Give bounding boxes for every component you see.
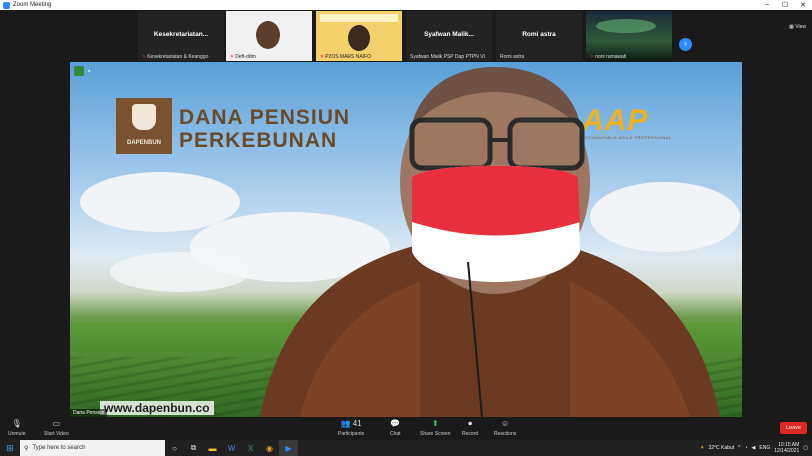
muted-mic-icon: ✕ (230, 54, 235, 60)
active-speaker-video: ● DAPENBUN DANA PENSIUN PERKEBUNAN AAP A… (70, 62, 742, 417)
participant-caption: Romi astra (500, 54, 525, 60)
share-screen-icon: ⬆ (431, 419, 439, 428)
participant-video (256, 21, 280, 49)
recording-indicator: ● (88, 68, 91, 73)
aurora-background (596, 19, 656, 33)
view-button[interactable]: ▦ View (789, 24, 806, 30)
participant-name: Syafwan Malik... (424, 31, 474, 38)
speaker-nameplate: Dana Pensiun (70, 409, 108, 417)
clock[interactable]: 10:15 AM 12/14/2021 (774, 442, 799, 454)
share-screen-button[interactable]: ⬆ Share Screen (420, 419, 451, 437)
chevron-up-icon[interactable]: ^ (738, 445, 740, 451)
notifications-icon[interactable]: ▢ (803, 445, 808, 451)
participant-caption: Kesekretariatan & Keanggo (147, 54, 209, 60)
system-tray: ☀ 32°C Kabut ^ ◔ ◀ ENG 10:15 AM 12/14/20… (696, 442, 812, 454)
weather-icon: ☀ (700, 445, 705, 451)
chevron-right-icon[interactable]: › (679, 38, 692, 51)
participants-button[interactable]: 👥 41 Participants (338, 419, 364, 437)
language-indicator[interactable]: ENG (759, 445, 770, 451)
speaker (260, 67, 720, 417)
network-icon[interactable]: ◔ (745, 445, 748, 451)
record-icon: ⏺ (468, 419, 473, 428)
reactions-button[interactable]: ☺ Reactions (494, 419, 516, 437)
mask-top (412, 165, 580, 236)
leave-button[interactable]: Leave (780, 422, 807, 434)
search-icon: ⚲ (24, 445, 29, 452)
participant-tile[interactable]: Romi astra Romi astra (496, 11, 582, 61)
participant-video (348, 25, 370, 51)
dapenbun-url: www.dapenbun.co (100, 401, 214, 415)
chat-icon: 💬 (390, 419, 401, 428)
excel-icon[interactable]: X (241, 440, 260, 456)
participant-name: Kesekretariatan... (153, 31, 209, 38)
participant-tile[interactable]: ✕Deft-ddm (226, 11, 312, 61)
zoom-taskbar-icon[interactable]: ▶ (279, 440, 298, 456)
maximize-button[interactable]: ☐ (776, 1, 794, 9)
participant-tile[interactable]: ✕noni ramawati (586, 11, 672, 61)
title-bar: Zoom Meeting – ☐ ✕ (0, 0, 812, 10)
muted-mic-icon: ✕ (590, 54, 595, 60)
participant-tile[interactable]: ✕P2OS MARS NAIFO (316, 11, 402, 61)
participant-strip: Kesekretariatan... ✕Kesekretariatan & Ke… (0, 10, 812, 62)
windows-taskbar: ⊞ ⚲ Type here to search ○ ⧉ ▬ W X ◉ ▶ ☀ 3… (0, 440, 812, 456)
start-video-button[interactable]: ▭ Start Video (44, 419, 69, 437)
muted-mic-icon: ✕ (320, 54, 325, 60)
task-view-icon[interactable]: ⧉ (184, 440, 203, 456)
participant-tile[interactable]: Kesekretariatan... ✕Kesekretariatan & Ke… (138, 11, 224, 61)
word-icon[interactable]: W (222, 440, 241, 456)
participant-tile[interactable]: Syafwan Malik... Syafwan Malik PSP Dap P… (406, 11, 492, 61)
weather-text[interactable]: 32°C Kabut (709, 445, 735, 451)
record-button[interactable]: ⏺ Record (462, 419, 478, 437)
participant-caption: Deft-ddm (235, 54, 256, 60)
window-title: Zoom Meeting (13, 2, 52, 8)
minimize-button[interactable]: – (758, 1, 776, 9)
participant-caption: P2OS MARS NAIFO (325, 54, 372, 60)
zoom-app-icon (3, 1, 10, 9)
taskbar-search-box[interactable]: ⚲ Type here to search (20, 440, 165, 456)
muted-mic-icon: ✕ (142, 54, 147, 60)
windows-start-icon[interactable]: ⊞ (0, 440, 20, 456)
chrome-icon[interactable]: ◉ (260, 440, 279, 456)
muted-mic-icon: 🎙 (11, 419, 22, 428)
slide-header (320, 14, 398, 22)
chat-button[interactable]: 💬 Chat (390, 419, 401, 437)
video-off-icon: ▭ (52, 419, 61, 428)
file-explorer-icon[interactable]: ▬ (203, 440, 222, 456)
volume-icon[interactable]: ◀ (752, 445, 756, 451)
meeting-toolbar: 🎙 Unmute ▭ Start Video 👥 41 Participants 💬 C… (0, 417, 812, 440)
participants-icon: 👥 41 (340, 419, 362, 428)
cortana-icon[interactable]: ○ (165, 440, 184, 456)
unmute-button[interactable]: 🎙 Unmute (8, 419, 26, 437)
participant-name: Romi astra (522, 31, 556, 38)
security-shield-icon[interactable] (74, 66, 84, 76)
participant-caption: Syafwan Malik PSP Dap PTPN VI (410, 54, 485, 60)
close-button[interactable]: ✕ (794, 1, 812, 9)
participant-caption: noni ramawati (595, 54, 627, 60)
reactions-icon: ☺ (501, 419, 510, 428)
dapenbun-logo: DAPENBUN (116, 98, 172, 154)
